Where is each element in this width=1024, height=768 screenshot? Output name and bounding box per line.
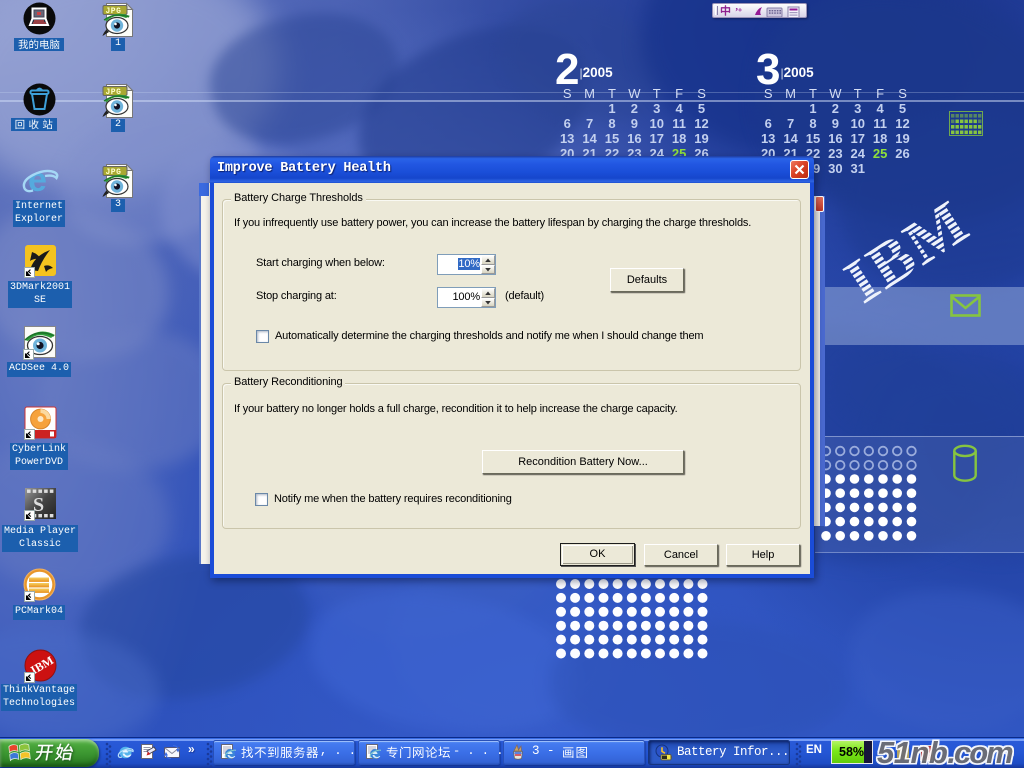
svg-text:e: e xyxy=(28,161,47,199)
svg-text:’º: ’º xyxy=(735,7,742,17)
svg-text:IBM: IBM xyxy=(836,186,981,306)
